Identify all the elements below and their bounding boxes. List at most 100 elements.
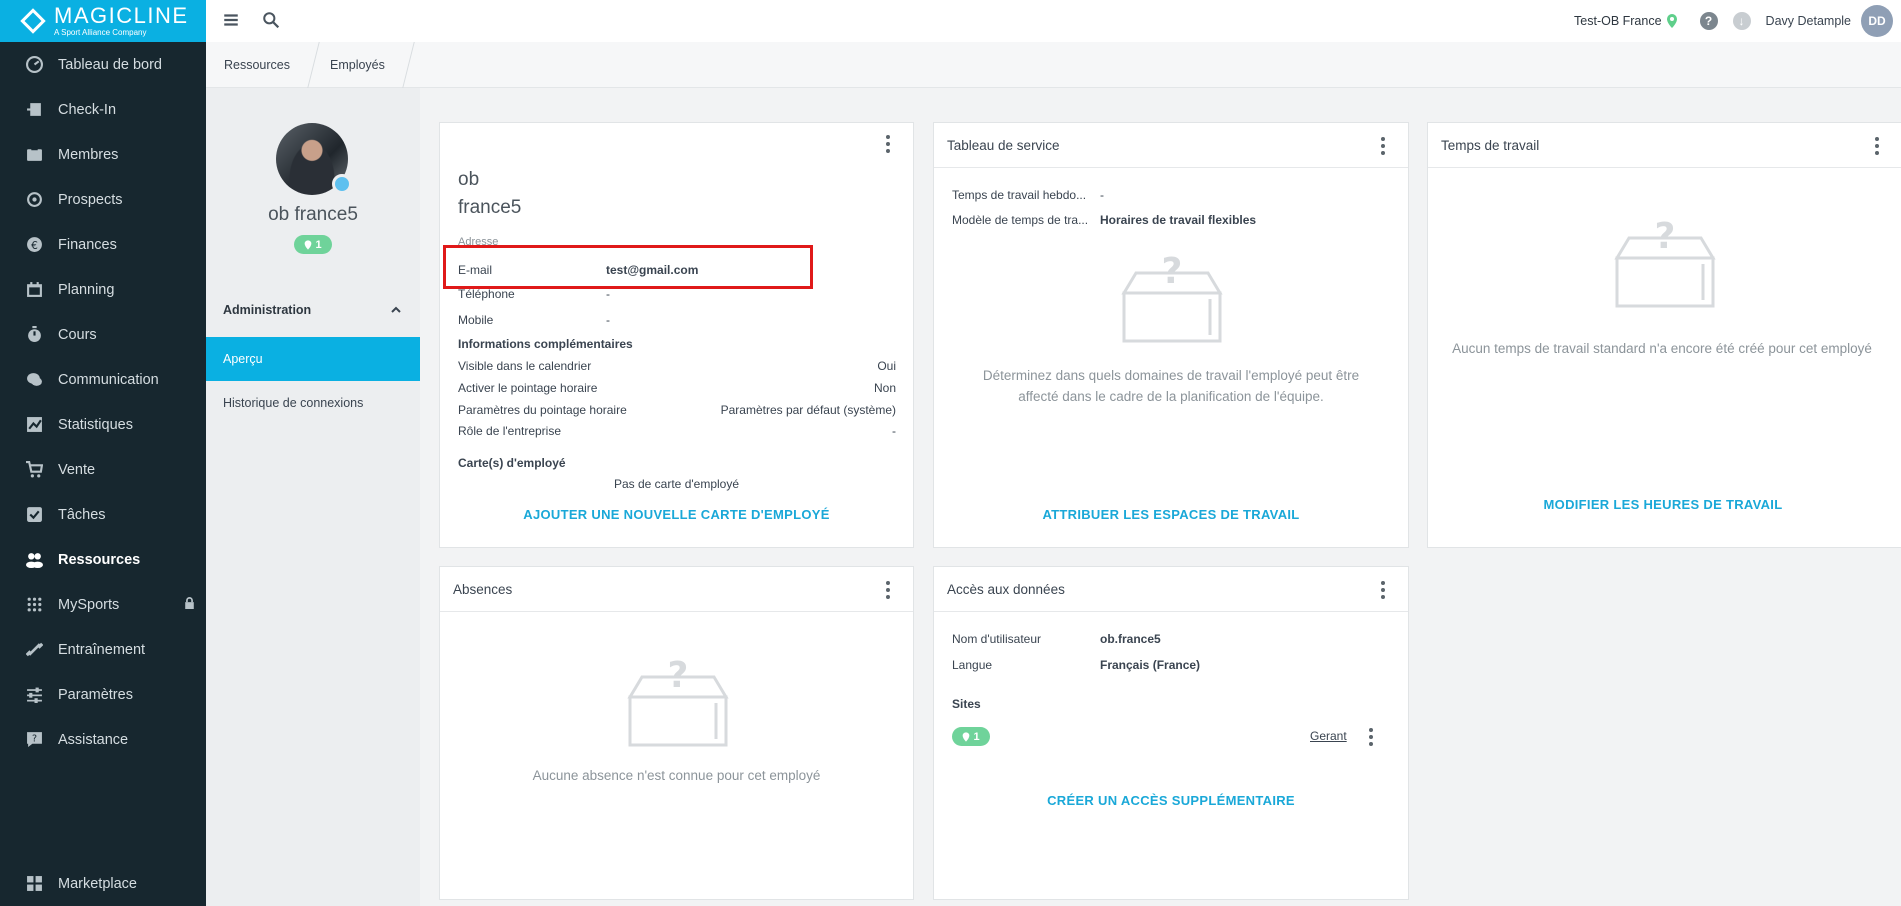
username-label: Nom d'utilisateur xyxy=(952,632,1041,646)
sidebar-item-label: Prospects xyxy=(58,191,123,208)
breadcrumb-ressources[interactable]: Ressources xyxy=(206,42,308,87)
create-access-button[interactable]: CRÉER UN ACCÈS SUPPLÉMENTAIRE xyxy=(934,793,1408,808)
sidebar-item-label: Tableau de bord xyxy=(58,56,162,73)
extra-row-label: Rôle de l'entreprise xyxy=(458,424,562,438)
sidebar-item-finances[interactable]: € Finances xyxy=(0,222,206,267)
sites-count: 1 xyxy=(315,238,322,251)
sidebar-item-label: Tâches xyxy=(58,506,106,523)
sites-count: 1 xyxy=(973,730,980,743)
assign-workspaces-button[interactable]: ATTRIBUER LES ESPACES DE TRAVAIL xyxy=(934,507,1408,522)
add-employee-card-button[interactable]: AJOUTER UNE NOUVELLE CARTE D'EMPLOYÉ xyxy=(440,507,913,522)
sidebar-item-prospects[interactable]: Prospects xyxy=(0,177,206,222)
svg-text:?: ? xyxy=(668,657,689,696)
role-link[interactable]: Gerant xyxy=(1310,729,1347,743)
help-icon[interactable]: ? xyxy=(1699,12,1718,30)
sidebar-item-entrainement[interactable]: Entraînement xyxy=(0,627,206,672)
cart-icon xyxy=(25,461,43,479)
email-highlight-box xyxy=(443,245,813,289)
sidebar-item-tableau-de-bord[interactable]: Tableau de bord xyxy=(0,42,206,87)
edit-work-hours-button[interactable]: MODIFIER LES HEURES DE TRAVAIL xyxy=(1428,497,1901,512)
mobile-label: Mobile xyxy=(458,313,494,327)
calendar-icon xyxy=(25,281,43,299)
weekly-hours-value: - xyxy=(1100,188,1104,202)
more-options-icon[interactable] xyxy=(1874,137,1880,155)
location-pin-icon xyxy=(1666,14,1678,28)
more-options-icon[interactable] xyxy=(1380,581,1386,599)
avatar[interactable]: DD xyxy=(1861,5,1893,37)
sidebar-item-label: Assistance xyxy=(58,731,129,748)
sidebar-item-vente[interactable]: Vente xyxy=(0,447,206,492)
people-icon xyxy=(25,551,43,569)
sidebar-item-check-in[interactable]: Check-In xyxy=(0,87,206,132)
sidebar-item-membres[interactable]: Membres xyxy=(0,132,206,177)
card-header: Temps de travail xyxy=(1428,123,1901,168)
sidebar-item-mysports[interactable]: MySports xyxy=(0,582,206,627)
employee-details-card: ob france5 Adresse E-mail test@gmail.com… xyxy=(439,122,914,548)
more-options-icon[interactable] xyxy=(1368,728,1374,746)
search-button[interactable] xyxy=(251,0,291,42)
sidebar-item-label: Cours xyxy=(58,326,97,343)
card-title: Absences xyxy=(453,581,513,597)
sidebar-item-marketplace[interactable]: Marketplace xyxy=(0,861,206,906)
extra-row-value: Non xyxy=(873,381,896,395)
tab-apercu[interactable]: Aperçu xyxy=(206,337,420,381)
sidebar-item-ressources[interactable]: Ressources xyxy=(0,537,206,582)
sites-title: Sites xyxy=(952,697,981,711)
card-title: Tableau de service xyxy=(947,137,1060,153)
sidebar-item-planning[interactable]: Planning xyxy=(0,267,206,312)
sidebar-item-taches[interactable]: Tâches xyxy=(0,492,206,537)
checkbox-icon xyxy=(25,506,43,524)
card-header: Tableau de service xyxy=(934,123,1408,168)
sidebar-item-cours[interactable]: Cours xyxy=(0,312,206,357)
employee-cards-title: Carte(s) d'employé xyxy=(458,456,566,470)
hamburger-icon xyxy=(222,11,240,32)
username-value: ob.france5 xyxy=(1100,632,1161,646)
mobile-value: - xyxy=(606,313,610,327)
empty-state-text: Aucun temps de travail standard n'a enco… xyxy=(1452,341,1872,356)
card-header: Accès aux données xyxy=(934,567,1408,612)
more-options-icon[interactable] xyxy=(885,135,891,153)
members-icon xyxy=(25,146,43,164)
work-model-label: Modèle de temps de tra... xyxy=(952,213,1089,227)
profile-name: ob france5 xyxy=(268,204,358,225)
sidebar-item-label: Statistiques xyxy=(58,416,133,433)
language-label: Langue xyxy=(952,658,993,672)
extra-row-label: Paramètres du pointage horaire xyxy=(458,403,627,417)
mysports-icon xyxy=(25,596,43,614)
sidebar-item-parametres[interactable]: Paramètres xyxy=(0,672,206,717)
tab-historique-connexions[interactable]: Historique de connexions xyxy=(206,381,420,425)
svg-text:?: ? xyxy=(31,734,36,745)
employee-side-panel: ob france5 1 Administration Aperçu Histo… xyxy=(206,88,420,906)
absences-card: Absences ? Aucune absence n'est connue p… xyxy=(439,566,914,900)
employee-cards-empty: Pas de carte d'employé xyxy=(613,477,740,491)
empty-box-icon: ? xyxy=(1120,251,1224,345)
sidebar-item-label: Membres xyxy=(58,146,119,163)
data-access-card: Accès aux données Nom d'utilisateur ob.f… xyxy=(933,566,1409,900)
administration-section[interactable]: Administration xyxy=(206,290,420,330)
section-label: Administration xyxy=(223,303,312,317)
empty-box-icon: ? xyxy=(626,655,730,749)
help-chat-icon: ? xyxy=(25,731,43,749)
download-icon[interactable]: ↓ xyxy=(1732,12,1751,30)
extra-row-value: Oui xyxy=(877,359,896,373)
brand-logo[interactable]: MAGICLINE A Sport Alliance Company xyxy=(0,0,206,42)
more-options-icon[interactable] xyxy=(1380,137,1386,155)
sidebar-item-assistance[interactable]: ? Assistance xyxy=(0,717,206,762)
studio-selector[interactable]: Test-OB France xyxy=(1574,14,1662,28)
sidebar-item-label: Check-In xyxy=(58,101,117,118)
svg-text:?: ? xyxy=(1162,253,1183,292)
more-options-icon[interactable] xyxy=(885,581,891,599)
location-pin-icon xyxy=(963,731,970,742)
breadcrumb-employes[interactable]: Employés xyxy=(308,42,403,87)
grid-icon xyxy=(25,875,43,893)
sidebar: MAGICLINE A Sport Alliance Company Table… xyxy=(0,0,206,906)
phone-value: - xyxy=(606,287,610,301)
card-title: Temps de travail xyxy=(1441,137,1540,153)
user-name[interactable]: Davy Detample xyxy=(1766,14,1851,28)
chat-icon xyxy=(25,371,43,389)
sidebar-item-communication[interactable]: Communication xyxy=(0,357,206,402)
menu-button[interactable] xyxy=(211,0,251,42)
working-time-card: Temps de travail ? Aucun temps de travai… xyxy=(1427,122,1901,548)
sidebar-item-label: Paramètres xyxy=(58,686,133,703)
sidebar-item-statistiques[interactable]: Statistiques xyxy=(0,402,206,447)
